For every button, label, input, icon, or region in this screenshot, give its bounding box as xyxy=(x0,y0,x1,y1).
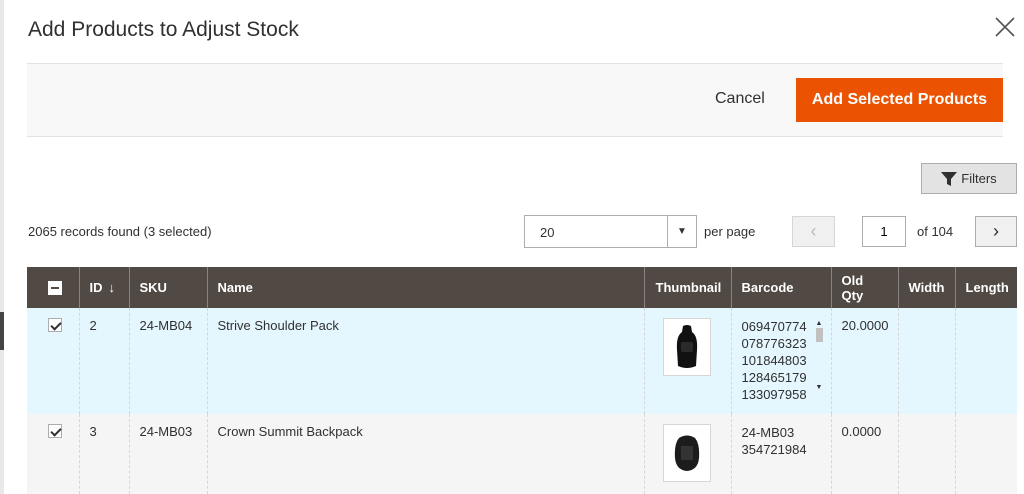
barcode-value: 101844803 xyxy=(741,353,807,368)
close-icon[interactable] xyxy=(994,16,1018,40)
mass-select-checkbox[interactable] xyxy=(48,281,62,296)
product-thumbnail[interactable] xyxy=(662,424,711,482)
barcode-list[interactable]: 24-MB03 354721984 xyxy=(742,424,822,458)
sort-arrow-icon: ↓ xyxy=(108,280,116,295)
mass-select-header[interactable] xyxy=(27,267,79,308)
column-header-length[interactable]: Length xyxy=(954,267,1017,308)
previous-page-button[interactable]: ‹ xyxy=(792,216,835,247)
modal-action-bar: Cancel Add Selected Products xyxy=(27,63,1003,137)
cell-name: Strive Shoulder Pack xyxy=(206,308,644,414)
cell-sku: 24-MB04 xyxy=(128,308,207,414)
barcode-value: 133097958 xyxy=(741,387,807,402)
column-header-name[interactable]: Name xyxy=(206,267,644,308)
column-header-id[interactable]: ID ↓ xyxy=(78,267,129,308)
page-number-input[interactable] xyxy=(862,216,906,247)
cell-width xyxy=(897,414,955,494)
column-header-thumbnail: Thumbnail xyxy=(643,267,731,308)
table-row[interactable]: 3 24-MB03 Crown Summit Backpack 24-MB03 … xyxy=(27,414,1017,494)
filters-label: Filters xyxy=(961,171,997,186)
modal-title: Add Products to Adjust Stock xyxy=(28,18,299,41)
add-selected-products-button[interactable]: Add Selected Products xyxy=(796,78,1003,122)
per-page-value: 20 xyxy=(540,225,555,240)
cell-id: 2 xyxy=(78,308,129,414)
chevron-right-icon: › xyxy=(993,221,999,241)
cell-id: 3 xyxy=(78,414,129,494)
chevron-down-icon[interactable]: ▼ xyxy=(667,216,696,247)
column-header-old-qty[interactable]: Old Qty xyxy=(830,267,898,308)
total-pages: of 104 xyxy=(917,224,954,239)
add-products-modal: Add Products to Adjust Stock Cancel Add … xyxy=(4,0,1024,494)
next-page-button[interactable]: › xyxy=(975,216,1017,247)
table-row[interactable]: 2 24-MB04 Strive Shoulder Pack 069470774… xyxy=(27,308,1017,414)
products-grid: ID ↓ SKU Name Thumbnail Barcode Old Qty W… xyxy=(27,267,1017,494)
cell-sku: 24-MB03 xyxy=(128,414,207,494)
column-header-width[interactable]: Width xyxy=(897,267,955,308)
cancel-button[interactable]: Cancel xyxy=(715,90,765,108)
cell-length xyxy=(954,414,1017,494)
per-page-select[interactable]: 20 ▼ xyxy=(524,215,697,248)
barcode-value: 24-MB03 xyxy=(741,425,795,440)
barcode-scrollbar[interactable]: ▲ ▼ xyxy=(815,320,824,396)
row-checkbox[interactable] xyxy=(48,424,62,438)
filter-icon xyxy=(941,171,958,186)
chevron-left-icon: ‹ xyxy=(810,221,817,241)
barcode-value: 354721984 xyxy=(741,442,807,457)
cell-old-qty: 20.0000 xyxy=(830,308,898,414)
barcode-value: 069470774 xyxy=(741,319,807,334)
per-page-label: per page xyxy=(704,224,756,239)
cell-old-qty: 0.0000 xyxy=(830,414,898,494)
barcode-value: 078776323 xyxy=(741,336,807,351)
row-checkbox[interactable] xyxy=(48,318,62,332)
barcode-value: 128465179 xyxy=(741,370,807,385)
filters-button[interactable]: Filters xyxy=(921,163,1017,194)
cell-name: Crown Summit Backpack xyxy=(206,414,644,494)
cell-width xyxy=(897,308,955,414)
column-header-sku[interactable]: SKU xyxy=(128,267,207,308)
barcode-list[interactable]: 069470774 078776323 101844803 128465179 … xyxy=(741,318,824,403)
column-label-id: ID xyxy=(89,280,103,295)
grid-header: ID ↓ SKU Name Thumbnail Barcode Old Qty W… xyxy=(27,267,1017,308)
records-count: 2065 records found (3 selected) xyxy=(28,224,212,239)
column-header-barcode[interactable]: Barcode xyxy=(730,267,831,308)
cell-length xyxy=(954,308,1017,414)
product-thumbnail[interactable] xyxy=(662,318,711,376)
